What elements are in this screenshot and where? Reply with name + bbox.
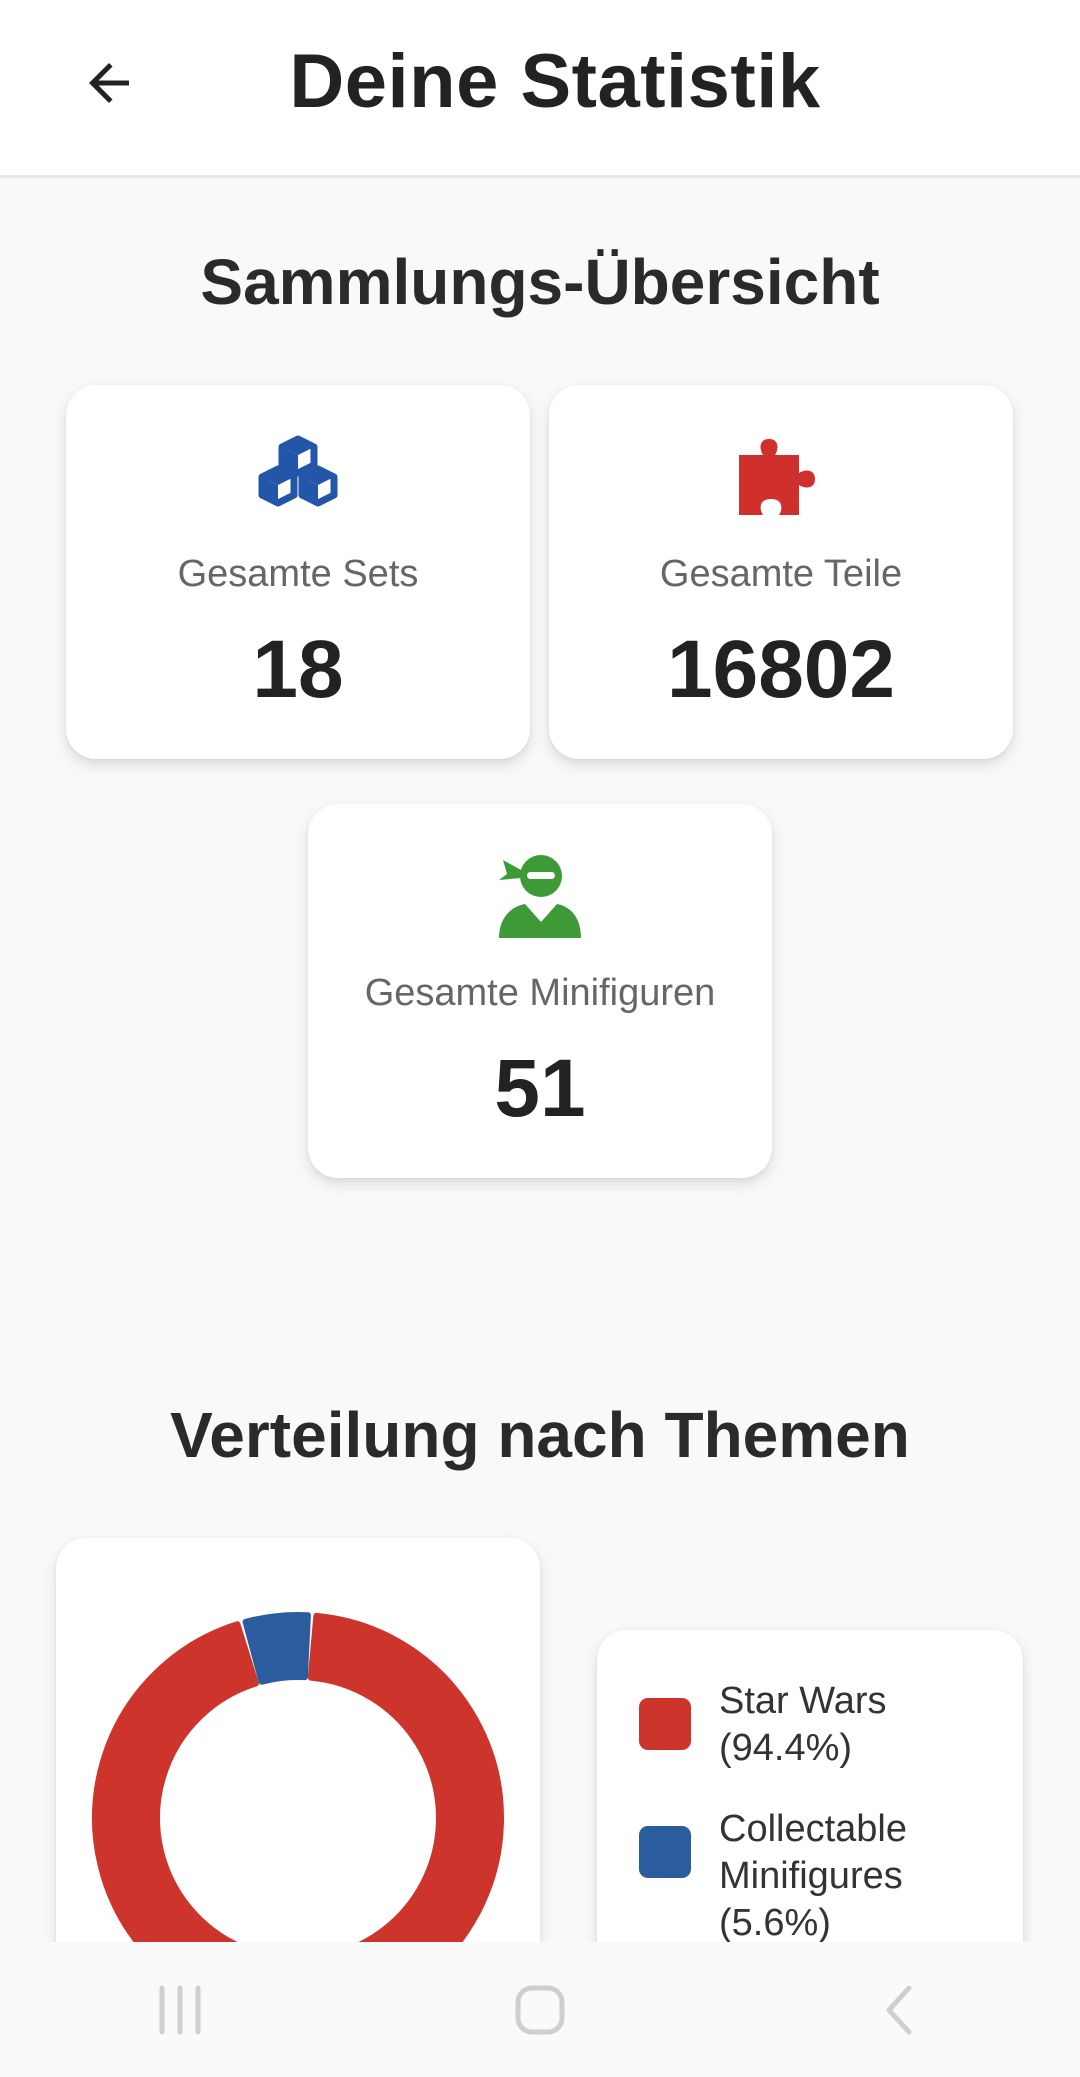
overview-title: Sammlungs-Übersicht: [200, 246, 880, 318]
stat-label: Gesamte Teile: [659, 553, 903, 595]
stat-value: 51: [494, 1043, 586, 1134]
recent-apps-button[interactable]: [120, 1950, 240, 2070]
puzzle-piece-icon: [739, 439, 815, 515]
themes-title: Verteilung nach Themen: [170, 1399, 910, 1471]
legend-item-collectable-minifigures: Collectable Minifigures (5.6%): [639, 1806, 959, 1947]
stat-card-sets: Gesamte Sets 18: [66, 385, 530, 759]
ninja-icon: [499, 855, 581, 938]
back-icon: [886, 1985, 912, 2034]
stat-card-minifigures: Gesamte Minifiguren 51: [308, 804, 772, 1178]
system-nav-bar: [0, 1942, 1080, 2077]
legend-item-star-wars: Star Wars (94.4%): [639, 1678, 959, 1772]
page-title: Deine Statistik: [289, 39, 821, 124]
stat-value: 18: [252, 624, 344, 715]
stat-card-parts: Gesamte Teile 16802: [549, 385, 1013, 759]
legend-swatch: [639, 1698, 691, 1750]
home-icon: [515, 1985, 565, 2034]
stat-value: 16802: [666, 624, 896, 715]
legend-label: Star Wars (94.4%): [719, 1680, 887, 1769]
home-button[interactable]: [480, 1950, 600, 2070]
recent-apps-icon: [159, 1985, 201, 2034]
legend-label: Collectable Minifigures (5.6%): [719, 1808, 907, 1944]
nav-back-button[interactable]: [840, 1950, 960, 2070]
stat-label: Gesamte Minifiguren: [364, 972, 716, 1014]
legend-swatch: [639, 1826, 691, 1878]
cubes-icon: [258, 435, 338, 507]
stat-label: Gesamte Sets: [177, 553, 419, 595]
app-bar: Deine Statistik: [0, 0, 1080, 178]
